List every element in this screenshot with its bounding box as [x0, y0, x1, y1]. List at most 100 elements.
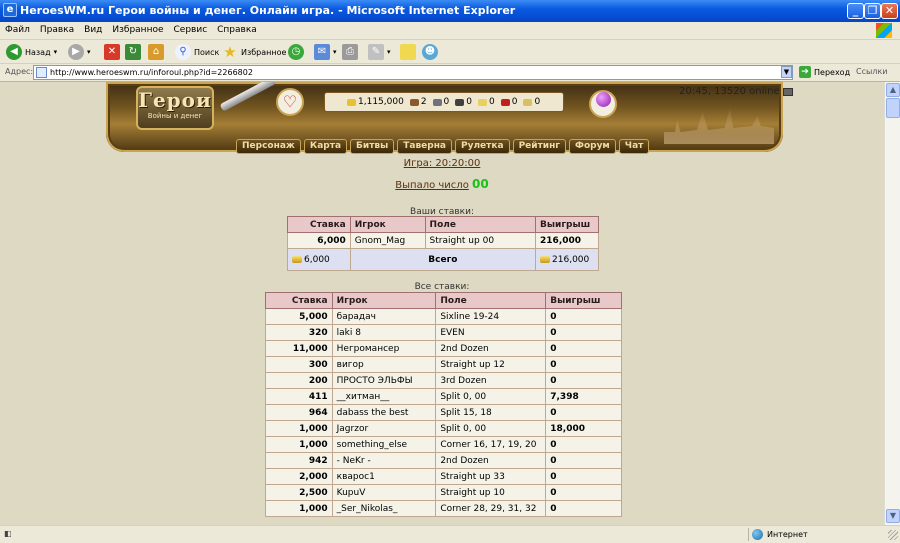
nav-tab[interactable]: Форум — [569, 139, 616, 154]
forward-button[interactable]: ▶ ▾ — [68, 43, 91, 61]
window-title: HeroesWM.ru Герои войны и денег. Онлайн … — [20, 4, 516, 17]
all-bets-table: Ставка Игрок Поле Выигрыш 5,000 барадач Si… — [265, 292, 622, 517]
links-button[interactable]: Ссылки — [856, 67, 887, 76]
favorites-button[interactable]: ★ Избранное — [222, 43, 286, 61]
nav-tab[interactable]: Чат — [618, 139, 650, 154]
address-url: http://www.heroeswm.ru/inforoul.php?id=2… — [50, 68, 253, 77]
game-time-link[interactable]: Игра: 20:20:00 — [404, 158, 481, 169]
cell-stake: 1,000 — [265, 436, 333, 453]
health-heart-icon: ♡ — [276, 88, 304, 116]
search-button[interactable]: ⚲ Поиск — [175, 43, 219, 61]
cell-win: 216,000 — [535, 232, 599, 249]
minimize-button[interactable]: _ — [847, 3, 864, 19]
resize-grip[interactable] — [888, 530, 898, 540]
messenger-icon: ☻ — [422, 44, 438, 60]
cell-field: Sixline 19-24 — [435, 308, 547, 325]
nav-tab[interactable]: Карта — [303, 139, 348, 154]
nav-tab[interactable]: Битвы — [350, 139, 395, 154]
back-label: Назад — [25, 47, 51, 57]
gold-icon — [540, 255, 551, 263]
refresh-icon: ↻ — [125, 44, 141, 60]
table-row: 1,000 Jagrzor Split 0, 00 18,000 — [265, 420, 622, 437]
stop-button[interactable]: ✕ — [104, 43, 120, 61]
scroll-thumb[interactable] — [886, 98, 900, 118]
cell-win: 0 — [545, 484, 622, 501]
table-row: 2,000 кварос1 Straight up 33 0 — [265, 468, 622, 485]
scroll-down-icon[interactable]: ▼ — [886, 509, 900, 523]
cell-field: Corner 28, 29, 31, 32 — [435, 500, 547, 517]
table-row: 300 вигор Straight up 12 0 — [265, 356, 622, 373]
cell-player: _Ser_Nikolas_ — [331, 500, 437, 517]
menu-favorites[interactable]: Избранное — [107, 22, 168, 38]
mail-envelope-icon[interactable] — [782, 87, 793, 96]
cell-player: Jagrzor — [331, 420, 437, 437]
cell-field: 3rd Dozen — [435, 372, 547, 389]
col-field: Поле — [424, 216, 537, 233]
menu-file[interactable]: Файл — [0, 22, 35, 38]
resource-2: 0 — [432, 97, 449, 107]
online-status: 20:45, 13520 online — [679, 86, 793, 97]
cell-stake: 942 — [265, 452, 333, 469]
total-label: Всего — [349, 248, 537, 271]
cell-stake: 320 — [265, 324, 333, 341]
cell-stake: 11,000 — [265, 340, 333, 357]
forward-arrow-icon: ▶ — [68, 44, 84, 60]
menu-tools[interactable]: Сервис — [169, 22, 213, 38]
resource-5: 0 — [500, 97, 517, 107]
print-button[interactable]: ⎙ — [342, 43, 358, 61]
cell-field: EVEN — [435, 324, 547, 341]
resource-0: 1,115,000 — [347, 97, 404, 107]
table-row: 6,000 Gnom_Mag Straight up 00 216,000 — [287, 232, 599, 249]
cell-win: 18,000 — [545, 420, 622, 437]
nav-tab[interactable]: Персонаж — [236, 139, 301, 154]
cell-player: dabass the best — [331, 404, 437, 421]
table-row: 942- NeKr -2nd Dozen 0 — [265, 452, 622, 469]
cell-field: Corner 16, 17, 19, 20 — [435, 436, 547, 453]
cell-field: Straight up 12 — [435, 356, 547, 373]
edit-button[interactable]: ✎ ▾ — [368, 43, 391, 61]
game-logo[interactable]: Герои Войны и денег — [136, 86, 214, 130]
menu-view[interactable]: Вид — [79, 22, 107, 38]
refresh-button[interactable]: ↻ — [125, 43, 141, 61]
table-row: 320 laki 8 EVEN 0 — [265, 324, 622, 341]
cell-player: KupuV — [331, 484, 437, 501]
history-button[interactable]: ◷ — [288, 43, 304, 61]
resource-icon — [500, 98, 510, 106]
nav-tab[interactable]: Рейтинг — [512, 139, 567, 154]
mana-potion-icon — [589, 90, 617, 118]
cell-win: 0 — [545, 372, 622, 389]
scroll-up-icon[interactable]: ▲ — [886, 83, 900, 97]
address-dropdown-icon[interactable]: ▼ — [781, 66, 792, 78]
note-icon — [400, 44, 416, 60]
col-win: Выигрыш — [545, 292, 622, 309]
search-icon: ⚲ — [175, 44, 191, 60]
messenger-button[interactable]: ☻ — [422, 43, 438, 61]
home-button[interactable]: ⌂ — [148, 43, 164, 61]
go-button[interactable]: ➔ Переход — [799, 66, 850, 78]
nav-tab[interactable]: Рулетка — [455, 139, 510, 154]
nav-tab[interactable]: Таверна — [397, 139, 452, 154]
cell-stake: 5,000 — [265, 308, 333, 325]
address-input[interactable]: http://www.heroeswm.ru/inforoul.php?id=2… — [33, 65, 793, 80]
cell-player: ПРОСТО ЭЛЬФЫ — [331, 372, 437, 389]
mail-button[interactable]: ✉ ▾ — [314, 43, 337, 61]
discuss-button[interactable] — [400, 43, 416, 61]
menu-help[interactable]: Справка — [212, 22, 262, 38]
col-field: Поле — [435, 292, 547, 309]
menu-edit[interactable]: Правка — [35, 22, 79, 38]
vertical-scrollbar[interactable]: ▲ ▼ — [884, 82, 900, 525]
search-label: Поиск — [194, 47, 220, 57]
close-button[interactable]: ✕ — [881, 3, 898, 19]
drawn-number-value: 00 — [472, 177, 489, 191]
maximize-button[interactable]: ❐ — [864, 3, 881, 19]
ie-icon: e — [3, 3, 17, 17]
cell-stake: 964 — [265, 404, 333, 421]
resources-bar: 1,115,000 2 0 0 0 0 0 — [324, 92, 564, 112]
page-done-icon: ◧ — [4, 529, 12, 538]
back-button[interactable]: ◀ Назад ▾ — [6, 43, 57, 61]
toolbar: ◀ Назад ▾ ▶ ▾ ✕ ↻ ⌂ ⚲ Поиск ★ Избранное ◷ … — [0, 40, 900, 64]
stop-icon: ✕ — [104, 44, 120, 60]
table-row: 200 ПРОСТО ЭЛЬФЫ 3rd Dozen 0 — [265, 372, 622, 389]
mail-icon: ✉ — [314, 44, 330, 60]
cell-field: Straight up 10 — [435, 484, 547, 501]
